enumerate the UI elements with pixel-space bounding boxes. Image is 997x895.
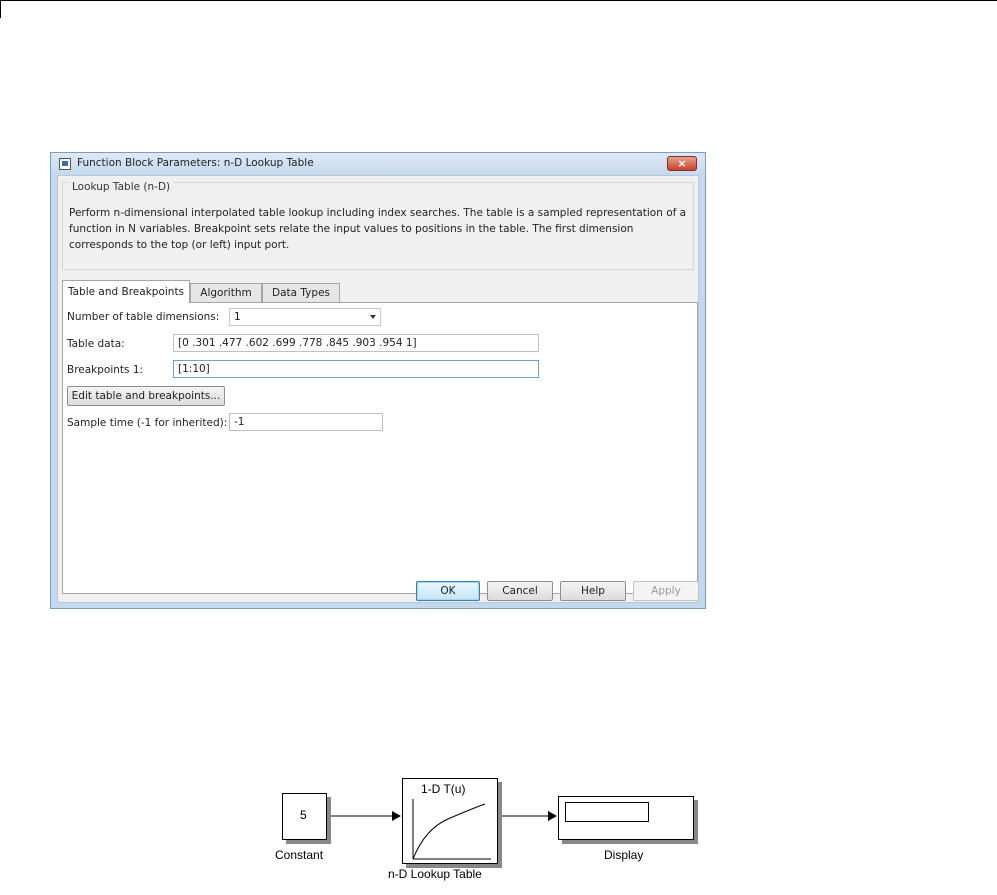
- breakpoints-label: Breakpoints 1:: [67, 364, 144, 376]
- constant-block[interactable]: 5: [282, 793, 327, 840]
- num-dims-value: 1: [234, 311, 241, 323]
- tab-algorithm[interactable]: Algorithm: [190, 283, 262, 302]
- display-label: Display: [604, 848, 644, 862]
- cancel-button[interactable]: Cancel: [487, 581, 553, 601]
- dialog-client-area: Lookup Table (n-D) Perform n-dimensional…: [57, 175, 699, 603]
- tab-table-and-breakpoints[interactable]: Table and Breakpoints: [62, 280, 190, 303]
- simulink-block-icon: [59, 158, 71, 170]
- sample-time-field[interactable]: -1: [229, 413, 383, 431]
- display-block[interactable]: [558, 796, 694, 840]
- block-description: Perform n-dimensional interpolated table…: [69, 207, 687, 251]
- page-rule-tick: [0, 0, 1, 18]
- tab-panel-table-and-breakpoints: Number of table dimensions: 1 Table data…: [62, 302, 698, 594]
- num-dims-label: Number of table dimensions:: [67, 311, 220, 323]
- table-data-label: Table data:: [67, 338, 125, 350]
- apply-button[interactable]: Apply: [633, 581, 699, 601]
- constant-label: Constant: [275, 848, 324, 862]
- dialog-title: Function Block Parameters: n-D Lookup Ta…: [77, 157, 314, 169]
- display-readout: [565, 802, 649, 822]
- lookup-table-label: n-D Lookup Table: [388, 867, 482, 881]
- lookup-table-block[interactable]: 1-D T(u): [402, 778, 498, 864]
- constant-value: 5: [300, 808, 307, 822]
- dialog-titlebar[interactable]: Function Block Parameters: n-D Lookup Ta…: [51, 153, 705, 175]
- close-button[interactable]: ×: [667, 156, 697, 171]
- tab-data-types[interactable]: Data Types: [262, 283, 340, 302]
- ok-button[interactable]: OK: [416, 581, 480, 601]
- num-dims-select[interactable]: 1: [229, 308, 381, 326]
- sample-time-label: Sample time (-1 for inherited):: [67, 417, 228, 429]
- function-block-parameters-dialog: Function Block Parameters: n-D Lookup Ta…: [50, 152, 706, 609]
- help-button[interactable]: Help: [560, 581, 626, 601]
- page-top-rule: [0, 0, 997, 1]
- table-data-field[interactable]: [0 .301 .477 .602 .699 .778 .845 .903 .9…: [173, 334, 539, 352]
- block-description-group: Lookup Table (n-D) Perform n-dimensional…: [62, 181, 694, 270]
- lookup-curve-icon: [412, 799, 491, 860]
- chevron-down-icon: [370, 315, 376, 319]
- edit-table-button[interactable]: Edit table and breakpoints...: [67, 386, 225, 406]
- simulink-model-diagram: 5 Constant 1-D T(u) n-D Lookup Table Dis…: [270, 768, 710, 888]
- arrow-head-icon: [548, 811, 557, 821]
- group-legend: Lookup Table (n-D): [69, 181, 174, 193]
- breakpoints-field[interactable]: [1:10]: [173, 360, 539, 378]
- arrow-head-icon: [392, 811, 401, 821]
- close-icon: ×: [677, 157, 687, 170]
